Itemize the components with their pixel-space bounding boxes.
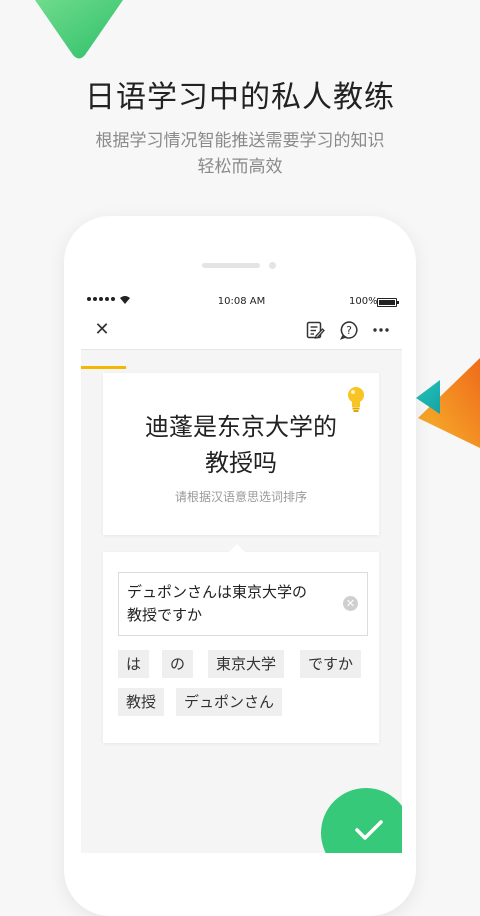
- word-chip[interactable]: 東京大学: [208, 650, 285, 678]
- help-icon[interactable]: ?: [339, 320, 359, 340]
- question-card: 迪蓬是东京大学的 教授吗 请根据汉语意思选词排序: [103, 373, 379, 535]
- clear-icon[interactable]: ✕: [343, 596, 358, 611]
- card-pointer: [229, 544, 245, 552]
- subtitle-line-2: 轻松而高效: [197, 157, 283, 177]
- green-triangle-decoration: [35, 0, 123, 59]
- answer-input[interactable]: デュポンさんは東京大学の 教授ですか ✕: [118, 572, 368, 636]
- page-title: 日语学习中的私人教练: [85, 80, 395, 115]
- battery-icon: [377, 298, 399, 307]
- status-bar: 10:08 AM 100%: [81, 293, 402, 311]
- phone-screen: 10:08 AM 100% ✕ ? 迪蓬是东京大学的 教授吗 请根据汉语意思选词…: [81, 293, 402, 853]
- answer-card: デュポンさんは東京大学の 教授ですか ✕ は の 東京大学 ですか 教授 デュポ…: [103, 544, 379, 743]
- page-subtitle: 根据学习情况智能推送需要学习的知识 轻松而高效: [0, 128, 480, 180]
- checkmark-icon: [355, 820, 383, 840]
- question-text: 迪蓬是东京大学的 教授吗: [103, 409, 379, 481]
- word-chip[interactable]: 教授: [118, 688, 165, 716]
- answer-line-1: デュポンさんは東京大学の: [127, 583, 308, 601]
- close-icon[interactable]: ✕: [93, 321, 111, 339]
- orange-triangle-decoration: [416, 358, 480, 448]
- answer-line-2: 教授ですか: [127, 606, 203, 624]
- word-chip[interactable]: の: [162, 650, 194, 678]
- more-icon[interactable]: [371, 320, 391, 340]
- submit-button[interactable]: [321, 788, 402, 853]
- subtitle-line-1: 根据学习情况智能推送需要学习的知识: [95, 131, 385, 151]
- phone-speaker: [202, 263, 260, 268]
- battery-text: 100%: [349, 296, 378, 307]
- toolbar: ✕ ?: [81, 311, 402, 369]
- word-chip[interactable]: ですか: [300, 650, 362, 678]
- svg-text:?: ?: [346, 324, 352, 337]
- notes-icon[interactable]: [305, 320, 325, 340]
- lesson-progress-bar: [81, 366, 126, 369]
- question-line-1: 迪蓬是东京大学的: [145, 413, 337, 441]
- question-line-2: 教授吗: [205, 449, 277, 477]
- phone-camera: [269, 262, 276, 269]
- word-chip[interactable]: は: [118, 650, 150, 678]
- word-chip[interactable]: デュポンさん: [176, 688, 283, 716]
- question-hint: 请根据汉语意思选词排序: [174, 490, 307, 504]
- answer-text: デュポンさんは東京大学の 教授ですか: [127, 581, 335, 627]
